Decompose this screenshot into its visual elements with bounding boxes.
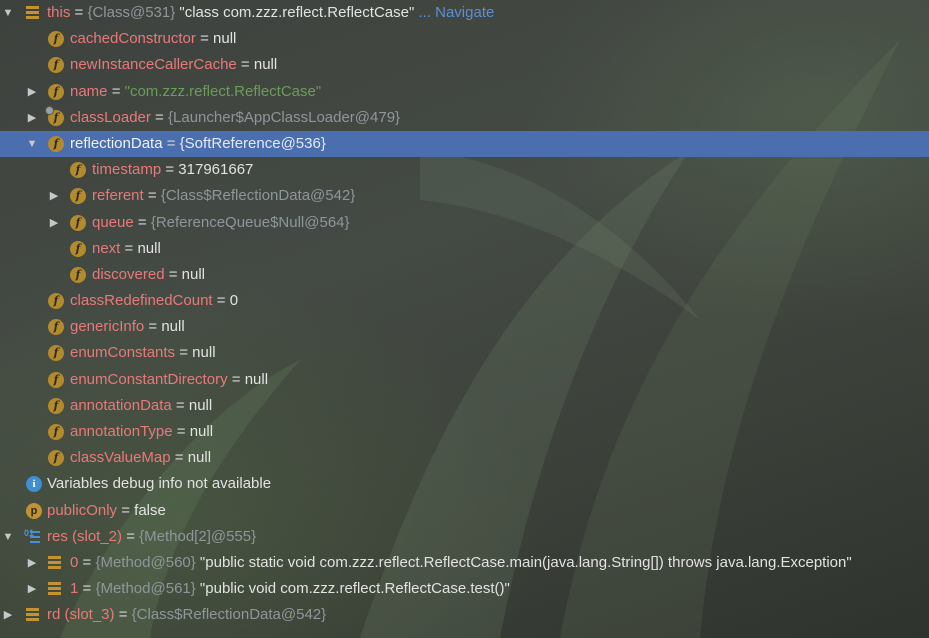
array-variable-icon: 01 xyxy=(24,528,40,545)
expand-arrow-icon[interactable]: ▶ xyxy=(26,79,38,105)
field-icon: f xyxy=(48,293,64,310)
field-icon: f xyxy=(70,266,86,283)
tree-row-debug-info[interactable]: i Variables debug info not available xyxy=(0,471,929,497)
field-icon: f xyxy=(48,450,64,467)
info-icon: i xyxy=(26,476,42,493)
field-icon: f xyxy=(48,57,64,74)
field-icon: f xyxy=(48,83,64,100)
tree-row-this[interactable]: ▼ this = {Class@531} "class com.zzz.refl… xyxy=(0,0,929,26)
variable-value: "class com.zzz.reflect.ReflectCase" xyxy=(175,4,415,21)
collapse-arrow-icon[interactable]: ▼ xyxy=(2,524,14,550)
variable-icon xyxy=(24,607,40,623)
field-icon: f xyxy=(70,162,86,179)
expand-arrow-icon[interactable]: ▶ xyxy=(26,105,38,131)
field-icon: f xyxy=(48,319,64,336)
tree-row-classValueMap[interactable]: f classValueMap = null xyxy=(0,445,929,471)
tree-row-annotationType[interactable]: f annotationType = null xyxy=(0,419,929,445)
field-icon: f xyxy=(48,345,64,362)
parameter-icon: p xyxy=(26,502,42,519)
variable-name: this xyxy=(47,4,71,21)
field-icon: f xyxy=(70,240,86,257)
debug-info-message: Variables debug info not available xyxy=(47,475,272,493)
expand-arrow-icon[interactable]: ▶ xyxy=(26,576,38,602)
variable-icon xyxy=(24,5,40,21)
field-icon: f xyxy=(48,397,64,414)
variables-tree: ▼ this = {Class@531} "class com.zzz.refl… xyxy=(0,0,929,629)
tree-row-enumConstants[interactable]: f enumConstants = null xyxy=(0,340,929,366)
tree-row-classLoader[interactable]: ▶ f classLoader = {Launcher$AppClassLoad… xyxy=(0,105,929,131)
tree-row-classRedefinedCount[interactable]: f classRedefinedCount = 0 xyxy=(0,288,929,314)
tree-row-res-item[interactable]: ▶ 0 = {Method@560} "public static void c… xyxy=(0,550,929,576)
tree-row-genericInfo[interactable]: f genericInfo = null xyxy=(0,314,929,340)
expand-arrow-icon[interactable]: ▶ xyxy=(26,550,38,576)
expand-arrow-icon[interactable]: ▶ xyxy=(2,602,14,628)
expand-arrow-icon[interactable]: ▶ xyxy=(48,183,60,209)
tree-row-referent[interactable]: ▶ f referent = {Class$ReflectionData@542… xyxy=(0,183,929,209)
field-icon: f xyxy=(48,424,64,440)
tree-row-reflectionData[interactable]: ▼ f reflectionData = {SoftReference@536} xyxy=(0,130,929,158)
field-icon: f xyxy=(48,135,64,152)
field-icon: f xyxy=(48,31,64,48)
tree-row-res-item[interactable]: ▶ 1 = {Method@561} "public void com.zzz.… xyxy=(0,576,929,602)
field-icon: f xyxy=(70,214,86,231)
field-icon: f xyxy=(48,371,64,388)
lock-icon xyxy=(45,105,54,115)
tree-row-discovered[interactable]: f discovered = null xyxy=(0,262,929,288)
navigate-link[interactable]: ... Navigate xyxy=(414,4,494,21)
tree-row-enumConstantDirectory[interactable]: f enumConstantDirectory = null xyxy=(0,367,929,393)
tree-row-publicOnly[interactable]: p publicOnly = false xyxy=(0,498,929,524)
variable-icon xyxy=(46,581,62,597)
expand-arrow-icon[interactable]: ▶ xyxy=(48,210,60,236)
expand-arrow-icon[interactable]: ▼ xyxy=(2,0,14,26)
tree-row-rd[interactable]: ▶ rd (slot_3) = {Class$ReflectionData@54… xyxy=(0,602,929,628)
collapse-arrow-icon[interactable]: ▼ xyxy=(26,131,38,157)
tree-row-queue[interactable]: ▶ f queue = {ReferenceQueue$Null@564} xyxy=(0,210,929,236)
tree-row-next[interactable]: f next = null xyxy=(0,236,929,262)
tree-row-res[interactable]: ▼ 01 res (slot_2) = {Method[2]@555} xyxy=(0,524,929,550)
variable-icon xyxy=(46,555,62,571)
variable-ref: {Class@531} xyxy=(87,4,176,21)
field-icon: f xyxy=(70,188,86,205)
tree-row-newInstanceCallerCache[interactable]: f newInstanceCallerCache = null xyxy=(0,52,929,78)
tree-row-name[interactable]: ▶ f name = "com.zzz.reflect.ReflectCase" xyxy=(0,79,929,105)
tree-row-timestamp[interactable]: f timestamp = 317961667 xyxy=(0,157,929,183)
tree-row-annotationData[interactable]: f annotationData = null xyxy=(0,393,929,419)
tree-row-cachedConstructor[interactable]: f cachedConstructor = null xyxy=(0,26,929,52)
